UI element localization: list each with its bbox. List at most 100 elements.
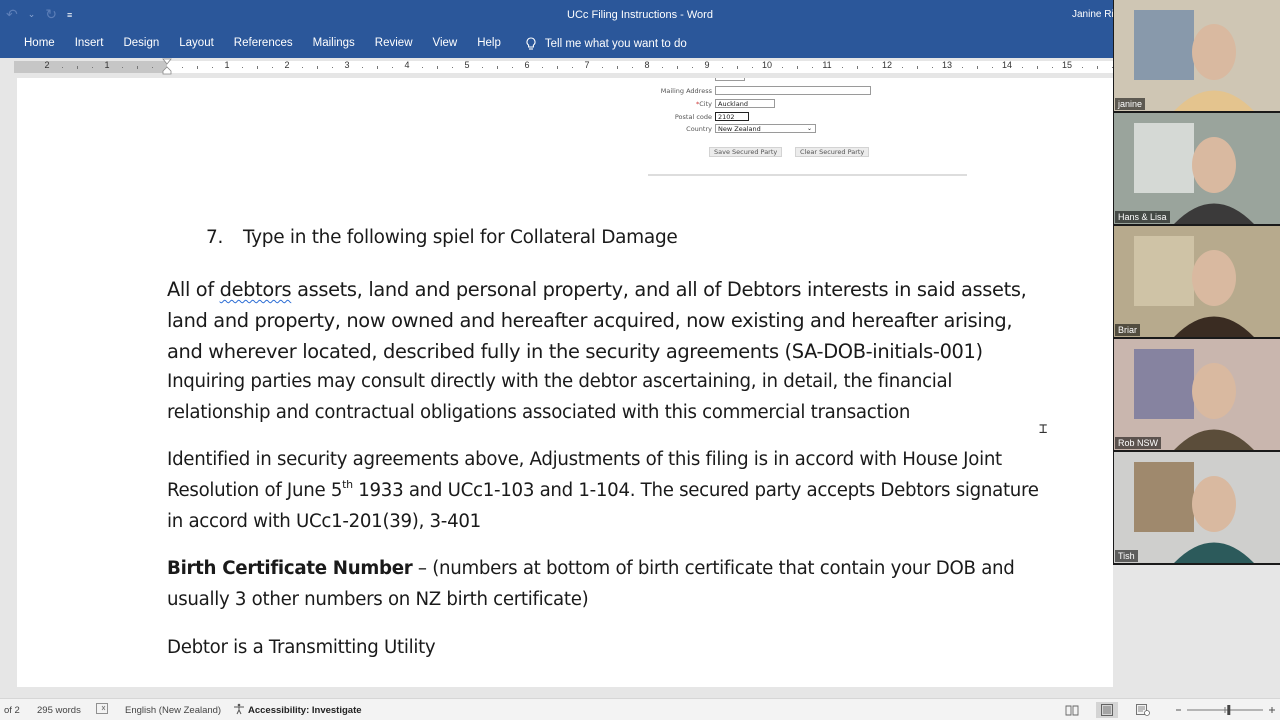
collateral-paragraph-line-5[interactable]: relationship and contractual obligations… (167, 397, 910, 428)
ruler-tick (962, 67, 963, 68)
country-label: Country (686, 124, 712, 133)
step-number: 7. (206, 227, 224, 248)
tell-me-label: Tell me what you want to do (544, 38, 687, 50)
zoom-slider[interactable] (1174, 704, 1278, 716)
ruler-number: 3 (344, 60, 350, 70)
ruler-number: 7 (584, 60, 590, 70)
collateral-paragraph-line-4[interactable]: Inquiring parties may consult directly w… (167, 366, 952, 397)
read-mode-icon (1065, 705, 1079, 715)
ruler-tick (197, 66, 198, 69)
accessibility-label: Accessibility: Investigate (248, 705, 362, 716)
identified-paragraph-line-2[interactable]: Resolution of June 5th 1933 and UCc1-103… (167, 475, 1039, 506)
city-field: Auckland (715, 99, 775, 108)
spelling-flag-word[interactable]: debtors (220, 278, 292, 301)
ruler-tick (722, 67, 723, 68)
collateral-paragraph-line-2[interactable]: land and property, now owned and hereaft… (167, 305, 1013, 336)
ruler-tick (512, 67, 513, 68)
ruler-tick (92, 67, 93, 68)
clear-secured-party-button: Clear Secured Party (795, 147, 870, 157)
word-window: ↶ ⌄ ↻ ≡ UCc Filing Instructions - Word J… (0, 0, 1280, 720)
document-page[interactable]: Mailing Address *City Auckland Postal co… (17, 78, 1113, 687)
participant-video-tile[interactable]: janine (1114, 0, 1280, 111)
ruler-tick (782, 67, 783, 68)
text-run: assets, land and personal property, and … (291, 278, 1027, 301)
ruler-tick (857, 66, 858, 69)
collateral-paragraph-line-1[interactable]: All of debtors assets, land and personal… (167, 274, 1027, 305)
tell-me-search[interactable]: Tell me what you want to do (511, 37, 687, 51)
mailing-address-row: Mailing Address (647, 86, 871, 95)
zoom-in-icon[interactable] (1269, 707, 1275, 713)
tab-mailings[interactable]: Mailings (303, 37, 365, 51)
status-bar: of 2 295 words English (New Zealand) Acc… (0, 698, 1280, 720)
zoom-thumb[interactable] (1227, 705, 1231, 715)
birth-certificate-line-1[interactable]: Birth Certificate Number – (numbers at b… (167, 553, 1015, 584)
participant-video-tile[interactable]: Tish (1114, 452, 1280, 563)
bold-label: Birth Certificate Number (167, 558, 413, 579)
tab-help[interactable]: Help (467, 37, 511, 51)
mailing-address-field (715, 86, 871, 95)
indent-marker-icon[interactable] (162, 58, 172, 78)
participant-video-tile[interactable]: Hans & Lisa (1114, 113, 1280, 224)
text-cursor-icon: ⌶ (1039, 421, 1048, 437)
participant-video-tile[interactable]: Briar (1114, 226, 1280, 337)
ruler-tick (1097, 66, 1098, 69)
ruler-number: 1 (224, 60, 230, 70)
secured-party-form-image: Mailing Address *City Auckland Postal co… (647, 78, 977, 178)
collateral-paragraph-line-3[interactable]: and wherever located, described fully in… (167, 336, 983, 367)
step-text: Type in the following spiel for Collater… (243, 227, 678, 248)
ruler-tick (932, 67, 933, 68)
tab-insert[interactable]: Insert (65, 37, 114, 51)
birth-certificate-line-2[interactable]: usually 3 other numbers on NZ birth cert… (167, 584, 589, 615)
ruler-tick (557, 66, 558, 69)
participant-name: Hans & Lisa (1115, 211, 1170, 223)
ruler-tick (842, 67, 843, 68)
ruler-tick (692, 67, 693, 68)
ruler-number: 12 (881, 60, 893, 70)
ruler-tick (497, 66, 498, 69)
web-layout-button[interactable] (1132, 702, 1154, 718)
language-indicator[interactable]: English (New Zealand) (125, 705, 221, 716)
postal-code-label: Postal code (674, 112, 712, 121)
ruler-tick (152, 67, 153, 68)
print-layout-button[interactable] (1096, 702, 1118, 718)
tab-review[interactable]: Review (365, 37, 423, 51)
ruler-tick (257, 66, 258, 69)
ruler-number: 14 (1001, 60, 1013, 70)
numbered-step[interactable]: 7. Type in the following spiel for Collat… (206, 227, 678, 248)
chevron-down-icon: ⌄ (806, 125, 812, 132)
ribbon: Home Insert Design Layout References Mai… (0, 30, 1280, 58)
identified-paragraph-line-1[interactable]: Identified in security agreements above,… (167, 444, 1002, 475)
ruler-tick (677, 66, 678, 69)
proofing-icon[interactable] (96, 703, 108, 717)
page-count[interactable]: of 2 (4, 705, 20, 716)
ruler-tick (752, 67, 753, 68)
partial-input (715, 78, 745, 81)
tab-design[interactable]: Design (113, 37, 169, 51)
tab-layout[interactable]: Layout (169, 37, 224, 51)
participant-video-tile[interactable]: Rob NSW (1114, 339, 1280, 450)
document-area[interactable]: Mailing Address *City Auckland Postal co… (0, 78, 1113, 687)
tab-view[interactable]: View (423, 37, 468, 51)
ruler-tick (182, 67, 183, 68)
transmitting-utility-line[interactable]: Debtor is a Transmitting Utility (167, 632, 436, 663)
accessibility-checker[interactable]: Accessibility: Investigate (248, 705, 362, 716)
ruler-tick (917, 66, 918, 69)
ruler-tick (1022, 67, 1023, 68)
print-layout-icon (1101, 704, 1113, 716)
ruler-number: 11 (822, 60, 832, 70)
tab-home[interactable]: Home (14, 37, 65, 51)
ruler-tick (482, 67, 483, 68)
tab-references[interactable]: References (224, 37, 303, 51)
ruler-tick (662, 67, 663, 68)
ruler-number: 15 (1061, 60, 1073, 70)
identified-paragraph-line-3[interactable]: in accord with UCc1-201(39), 3-401 (167, 506, 481, 537)
country-row: Country New Zealand ⌄ (647, 124, 816, 133)
horizontal-ruler[interactable]: 2 1 1 2 3 4 5 6 7 8 9 10 11 12 13 14 15 (14, 60, 1113, 73)
ruler-tick (992, 67, 993, 68)
ruler-tick (137, 66, 138, 69)
gallery-background (1113, 565, 1280, 698)
read-mode-button[interactable] (1061, 702, 1083, 718)
ruler-tick (572, 67, 573, 68)
ruler-tick (812, 67, 813, 68)
word-count[interactable]: 295 words (37, 705, 81, 716)
